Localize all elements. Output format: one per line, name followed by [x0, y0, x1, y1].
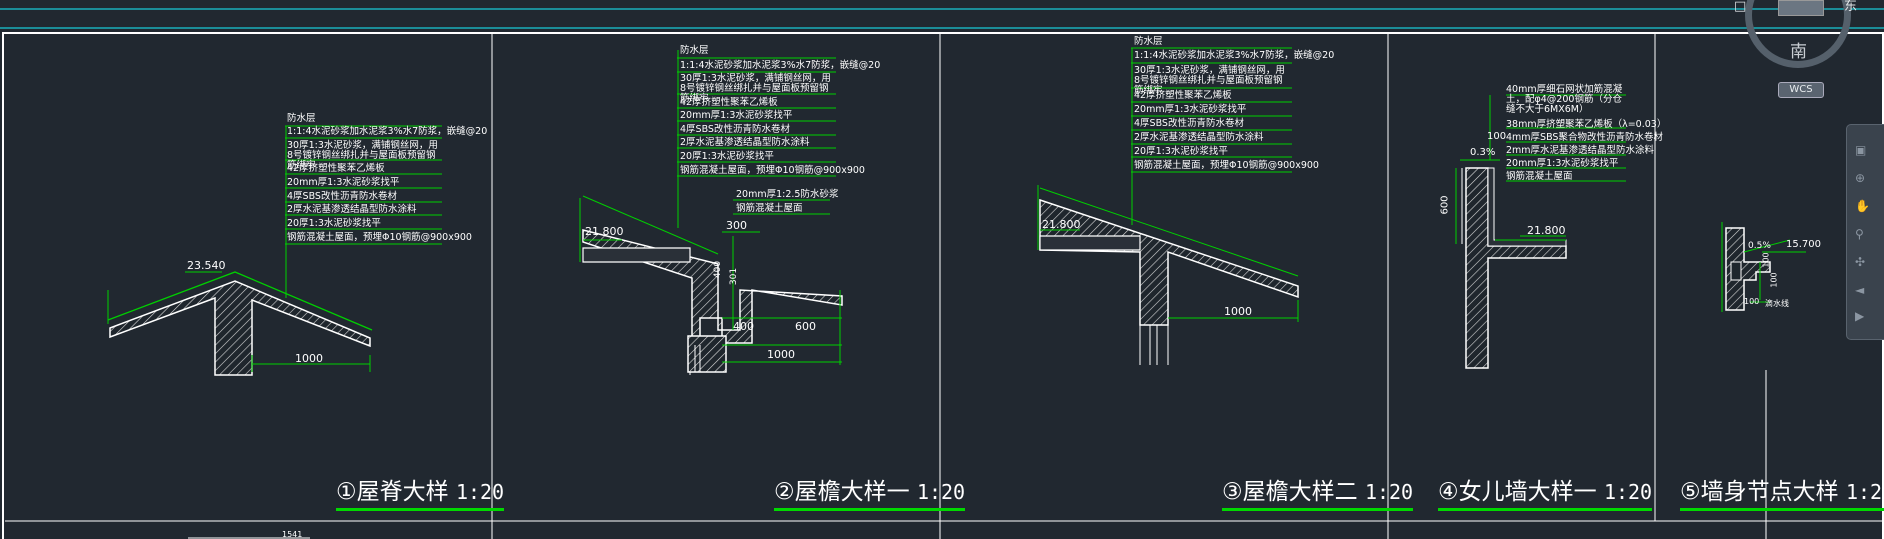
p4-elevation: 21.800 — [1527, 224, 1566, 237]
wcs-menu-button[interactable]: WCS — [1778, 82, 1824, 98]
p3-layer: 20mm厚1:3水泥砂浆找平 — [1134, 104, 1247, 115]
p2-layer: 钢筋混凝土屋面，预埋Φ10钢筋@900x900 — [680, 165, 865, 176]
p2-dim: 400 — [713, 260, 724, 279]
p2-layer: 20mm厚1:3水泥砂浆找平 — [680, 110, 793, 121]
p3-layer: 4厚SBS改性沥青防水卷材 — [1134, 118, 1244, 129]
p3-layers-title: 防水层 — [1134, 36, 1163, 47]
p5-elevation: 15.700 — [1786, 239, 1821, 250]
p1-layer: 20厚1:3水泥砂浆找平 — [287, 218, 381, 229]
caption-4: ④女儿墙大样一 1:20 — [1438, 472, 1653, 511]
p5-dim: 100 — [1761, 252, 1771, 268]
p3-layer: 2厚水泥基渗透结晶型防水涂料 — [1134, 132, 1264, 143]
p3-layer: 20厚1:3水泥砂浆找平 — [1134, 146, 1228, 157]
p1-layer: 42厚挤塑性聚苯乙烯板 — [287, 163, 385, 174]
bottom-partial-text: 1541 — [282, 530, 303, 539]
p2-dim: 301 — [729, 267, 740, 286]
play-icon[interactable]: ▶ — [1855, 309, 1873, 323]
p2-layer: 4厚SBS改性沥青防水卷材 — [680, 124, 790, 135]
caption-2: ②屋檐大样一 1:20 — [774, 472, 966, 511]
p4-layer: 2mm厚水泥基渗透结晶型防水涂料 — [1506, 145, 1655, 156]
p2-subnote: 钢筋混凝土屋面 — [736, 203, 803, 214]
p1-layers-title: 防水层 — [287, 113, 316, 124]
p2-dim: 300 — [726, 219, 747, 232]
p2-elevation: 21.800 — [585, 225, 624, 238]
viewcube-south-label[interactable]: 南 — [1790, 44, 1807, 61]
rewind-icon[interactable]: ◄ — [1855, 283, 1873, 297]
navigation-bar[interactable]: ▣ ⊕ ✋ ⚲ ✣ ◄ ▶ — [1846, 124, 1884, 340]
p1-layer: 1:1:4水泥砂浆加水泥浆3%水7防浆，嵌缝@20 — [287, 126, 488, 137]
caption-1: ①屋脊大样 1:20 — [336, 472, 505, 511]
p5-dim: 100 — [1769, 272, 1779, 288]
p1-layer: 2厚水泥基渗透结晶型防水涂料 — [287, 204, 417, 215]
p2-dim: 400 — [733, 320, 754, 333]
p2-layer: 42厚挤塑性聚苯乙烯板 — [680, 97, 778, 108]
p4-dim: 600 — [1439, 195, 1451, 215]
p3-layer: 钢筋混凝土屋面，预埋Φ10钢筋@900x900 — [1134, 160, 1319, 171]
p2-layer: 1:1:4水泥砂浆加水泥浆3%水7防浆，嵌缝@20 — [680, 60, 881, 71]
caption-5: ⑤墙身节点大样 1:20 — [1680, 472, 1884, 511]
p3-layer: 42厚挤塑性聚苯乙烯板 — [1134, 90, 1232, 101]
drawing-canvas — [0, 8, 1884, 539]
p1-layer: 4厚SBS改性沥青防水卷材 — [287, 191, 397, 202]
p4-layer: 4mm厚SBS聚合物改性沥青防水卷材 — [1506, 132, 1663, 143]
p4-layer: 40mm厚细石网状加筋混凝土，配φ4@200钢筋（分仓缝不大于6MX6M） — [1506, 84, 1623, 115]
viewcube-left-glyph[interactable]: □ — [1734, 0, 1746, 13]
p1-layer: 20mm厚1:3水泥砂浆找平 — [287, 177, 400, 188]
p2-subnote: 20mm厚1:2.5防水砂浆 — [736, 189, 839, 200]
p3-dim: 1000 — [1224, 305, 1252, 318]
caption-3: ③屋檐大样二 1:20 — [1222, 472, 1414, 511]
showmotion-icon[interactable]: ⚲ — [1855, 227, 1873, 241]
pan-icon[interactable]: ▣ — [1855, 143, 1873, 157]
p2-dim: 600 — [795, 320, 816, 333]
p4-dim: 100 — [1487, 131, 1507, 142]
viewcube-east-label[interactable]: 东 — [1844, 0, 1857, 13]
p4-layer: 钢筋混凝土屋面 — [1506, 171, 1573, 182]
p4-layer: 20mm厚1:3水泥砂浆找平 — [1506, 158, 1619, 169]
cad-viewport[interactable]: 防水层 1:1:4水泥砂浆加水泥浆3%水7防浆，嵌缝@20 30厚1:3水泥砂浆… — [0, 0, 1884, 539]
p1-elevation: 23.540 — [187, 259, 226, 272]
viewcube-face[interactable] — [1778, 0, 1824, 16]
p4-layer: 38mm厚挤塑聚苯乙烯板（λ=0.03） — [1506, 119, 1667, 130]
steering-wheel-icon[interactable]: ✣ — [1855, 255, 1873, 269]
p1-dim: 1000 — [295, 352, 323, 365]
p1-layer: 钢筋混凝土屋面，预埋Φ10钢筋@900x900 — [287, 232, 472, 243]
p4-dim: 0.3% — [1470, 147, 1496, 158]
p5-dim: 100 — [1744, 297, 1760, 306]
p5-dim: 0.5% — [1748, 241, 1771, 251]
p2-layers-title: 防水层 — [680, 45, 709, 56]
p5-note: 滴水线 — [1765, 299, 1789, 308]
orbit-icon[interactable]: ✋ — [1855, 199, 1873, 213]
p2-dim: 1000 — [767, 348, 795, 361]
p3-elevation: 21.800 — [1042, 218, 1081, 231]
p2-layer: 2厚水泥基渗透结晶型防水涂料 — [680, 137, 810, 148]
zoom-icon[interactable]: ⊕ — [1855, 171, 1873, 185]
p3-layer: 1:1:4水泥砂浆加水泥浆3%水7防浆，嵌缝@20 — [1134, 50, 1335, 61]
p2-layer: 20厚1:3水泥砂浆找平 — [680, 151, 774, 162]
